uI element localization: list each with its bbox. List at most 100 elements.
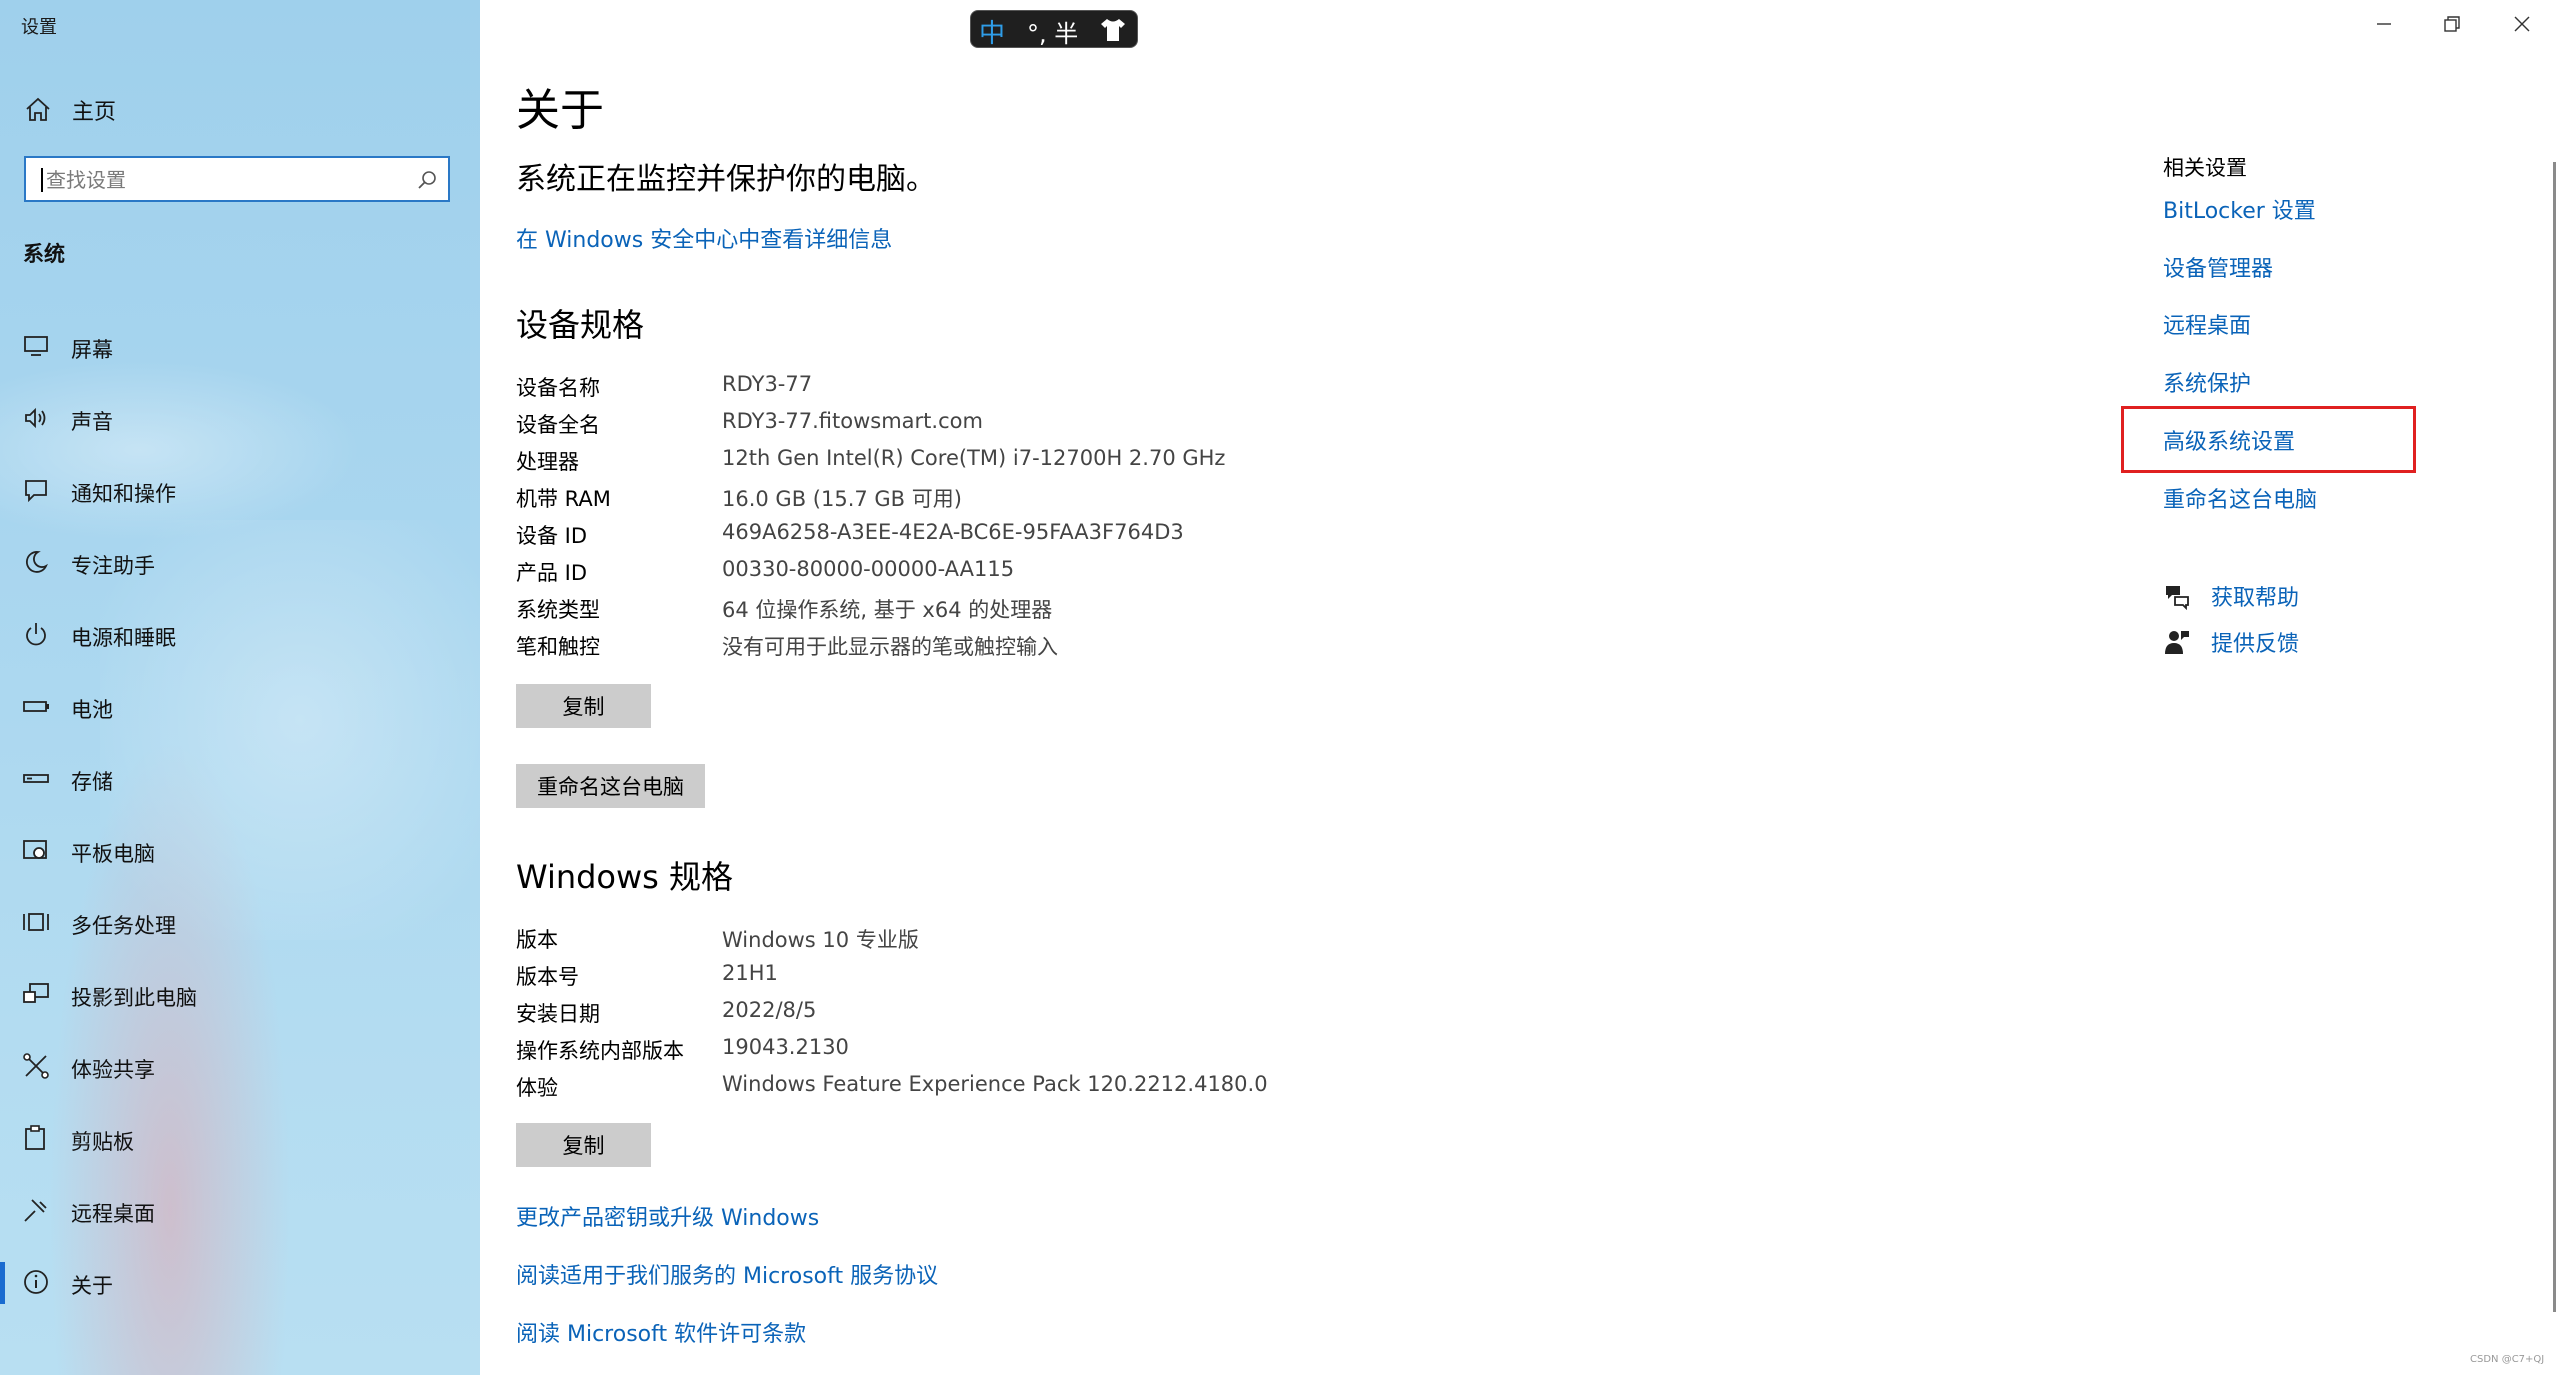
spec-row: 操作系统内部版本 19043.2130	[516, 1035, 1716, 1072]
sidebar-item-battery[interactable]: 电池	[0, 672, 480, 744]
copy-device-specs-button[interactable]: 复制	[516, 684, 651, 728]
spec-value: 2022/8/5	[722, 998, 817, 1022]
sidebar-item-power-sleep[interactable]: 电源和睡眠	[0, 600, 480, 672]
spec-row: 安装日期 2022/8/5	[516, 998, 1716, 1035]
moon-icon	[22, 548, 50, 576]
spec-value: Windows 10 专业版	[722, 928, 919, 952]
spec-key: 设备 ID	[516, 524, 588, 548]
sidebar-item-storage[interactable]: 存储	[0, 744, 480, 816]
system-protection-link[interactable]: 系统保护	[2163, 366, 2251, 398]
sidebar-item-sound[interactable]: 声音	[0, 384, 480, 456]
sidebar-item-shared-experiences[interactable]: 体验共享	[0, 1032, 480, 1104]
active-indicator	[0, 1262, 5, 1304]
sidebar-item-label: 剪贴板	[71, 1130, 134, 1154]
device-specs-heading: 设备规格	[516, 306, 645, 344]
give-feedback-row[interactable]: 提供反馈	[2163, 626, 2463, 660]
sidebar-item-label: 平板电脑	[71, 842, 155, 866]
section-title: 系统	[23, 242, 65, 266]
get-help-row[interactable]: 获取帮助	[2163, 580, 2463, 614]
sidebar-item-label: 存储	[71, 770, 113, 794]
spec-row: 版本 Windows 10 专业版	[516, 924, 1716, 961]
change-product-key-link[interactable]: 更改产品密钥或升级 Windows	[516, 1200, 819, 1232]
monitor-icon	[22, 332, 50, 360]
remote-desktop-link[interactable]: 远程桌面	[2163, 308, 2251, 340]
sidebar-item-label: 声音	[71, 410, 113, 434]
rename-pc-link[interactable]: 重命名这台电脑	[2163, 482, 2317, 514]
sidebar-item-label: 投影到此电脑	[71, 986, 197, 1010]
app-title: 设置	[21, 17, 57, 38]
sidebar: 设置 主页 系统 屏幕 声音 通知和操作 专注助手	[0, 0, 480, 1375]
security-center-link[interactable]: 在 Windows 安全中心中查看详细信息	[516, 222, 892, 254]
battery-icon	[22, 692, 50, 720]
spec-key: 系统类型	[516, 598, 600, 622]
spec-row: 体验 Windows Feature Experience Pack 120.22…	[516, 1072, 1716, 1109]
sidebar-item-label: 远程桌面	[71, 1202, 155, 1226]
spec-key: 笔和触控	[516, 635, 600, 659]
sidebar-item-label: 体验共享	[71, 1058, 155, 1082]
sidebar-item-home[interactable]: 主页	[0, 88, 480, 132]
sidebar-item-label: 关于	[71, 1274, 113, 1298]
sidebar-item-project[interactable]: 投影到此电脑	[0, 960, 480, 1032]
multitask-icon	[22, 908, 50, 936]
device-manager-link[interactable]: 设备管理器	[2163, 251, 2273, 283]
spec-value: 469A6258-A3EE-4E2A-BC6E-95FAA3F764D3	[722, 520, 1184, 544]
speaker-icon	[22, 404, 50, 432]
spec-value: RDY3-77.fitowsmart.com	[722, 409, 983, 433]
sidebar-item-remote-desktop[interactable]: 远程桌面	[0, 1176, 480, 1248]
main-content: 关于 系统正在监控并保护你的电脑。 在 Windows 安全中心中查看详细信息 …	[516, 0, 2016, 1375]
spec-key: 版本	[516, 928, 558, 952]
service-agreement-link[interactable]: 阅读适用于我们服务的 Microsoft 服务协议	[516, 1258, 938, 1290]
copy-windows-specs-button[interactable]: 复制	[516, 1123, 651, 1167]
spec-key: 处理器	[516, 450, 579, 474]
spec-row: 机带 RAM 16.0 GB (15.7 GB 可用)	[516, 483, 1716, 520]
tablet-icon	[22, 836, 50, 864]
highlight-box	[2121, 406, 2416, 473]
info-icon	[22, 1268, 50, 1296]
spec-value: RDY3-77	[722, 372, 813, 396]
related-settings-title: 相关设置	[2163, 156, 2247, 180]
sidebar-item-clipboard[interactable]: 剪贴板	[0, 1104, 480, 1176]
bitlocker-settings-link[interactable]: BitLocker 设置	[2163, 193, 2316, 225]
spec-row: 产品 ID 00330-80000-00000-AA115	[516, 557, 1716, 594]
sidebar-item-multitasking[interactable]: 多任务处理	[0, 888, 480, 960]
spec-row: 设备全名 RDY3-77.fitowsmart.com	[516, 409, 1716, 446]
sidebar-item-label: 电源和睡眠	[71, 626, 176, 650]
spec-row: 笔和触控 没有可用于此显示器的笔或触控输入	[516, 631, 1716, 668]
sidebar-item-tablet[interactable]: 平板电脑	[0, 816, 480, 888]
feedback-icon	[2163, 628, 2191, 656]
search-input[interactable]	[44, 164, 408, 196]
spec-value: 21H1	[722, 961, 778, 985]
sidebar-item-focus-assist[interactable]: 专注助手	[0, 528, 480, 600]
search-icon[interactable]	[416, 169, 438, 191]
spec-value: 没有可用于此显示器的笔或触控输入	[722, 635, 1058, 659]
search-box[interactable]	[24, 156, 450, 202]
license-terms-link[interactable]: 阅读 Microsoft 软件许可条款	[516, 1316, 806, 1348]
sidebar-item-label: 专注助手	[71, 554, 155, 578]
sidebar-item-label: 主页	[72, 100, 117, 125]
sidebar-item-about[interactable]: 关于	[0, 1248, 480, 1320]
clipboard-icon	[22, 1124, 50, 1152]
rename-pc-button[interactable]: 重命名这台电脑	[516, 764, 705, 808]
spec-value: 00330-80000-00000-AA115	[722, 557, 1015, 581]
power-icon	[22, 620, 50, 648]
spec-key: 设备全名	[516, 413, 600, 437]
spec-key: 操作系统内部版本	[516, 1039, 684, 1063]
spec-key: 设备名称	[516, 376, 600, 400]
sidebar-item-notifications[interactable]: 通知和操作	[0, 456, 480, 528]
spec-row: 设备 ID 469A6258-A3EE-4E2A-BC6E-95FAA3F764D…	[516, 520, 1716, 557]
spec-value: 19043.2130	[722, 1035, 849, 1059]
spec-key: 安装日期	[516, 1002, 600, 1026]
spec-key: 机带 RAM	[516, 487, 611, 511]
get-help-link[interactable]: 获取帮助	[2211, 580, 2299, 612]
scrollbar[interactable]	[2553, 162, 2556, 1312]
spec-row: 版本号 21H1	[516, 961, 1716, 998]
share-icon	[22, 1052, 50, 1080]
remote-desktop-icon	[22, 1196, 50, 1224]
windows-specs-heading: Windows 规格	[516, 858, 734, 896]
sidebar-item-display[interactable]: 屏幕	[0, 312, 480, 384]
give-feedback-link[interactable]: 提供反馈	[2211, 626, 2299, 658]
spec-value: 64 位操作系统, 基于 x64 的处理器	[722, 598, 1053, 622]
spec-key: 体验	[516, 1076, 558, 1100]
spec-value: Windows Feature Experience Pack 120.2212…	[722, 1072, 1268, 1096]
sidebar-nav: 屏幕 声音 通知和操作 专注助手 电源和睡眠 电池 存储 平板电脑 多任务处理 …	[0, 312, 480, 1320]
